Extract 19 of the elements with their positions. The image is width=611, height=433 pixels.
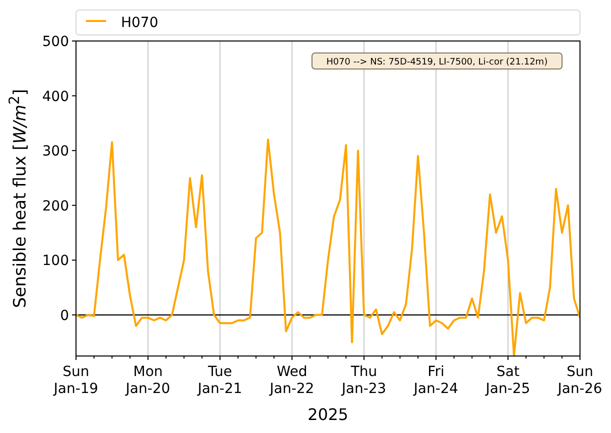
annotation: H070 --> NS: 75D-4519, LI-7500, Li-cor (21.12m) [326,58,548,68]
x-tick-label: Fri Jan-24 [414,364,458,397]
legend-label: H070 [121,15,158,31]
legend-line-icon [86,20,106,22]
x-tick-label: Mon Jan-20 [126,364,170,397]
annotation-label: H070 --> NS: 75D-4519, LI-7500, Li-cor (21.12m) [312,52,562,70]
y-tick-label: 500 [42,34,69,50]
y-tick-label: 0 [60,308,69,324]
x-tick-label: Wed Jan-22 [270,364,314,397]
x-tick-label: Sun Jan-26 [558,364,602,397]
y-tick-label: 300 [42,144,69,160]
y-tick-label: 100 [42,253,69,270]
x-tick-label: Thu Jan-23 [342,364,386,397]
x-tick-label: Sat Jan-25 [486,364,530,397]
y-tick-label: 400 [42,88,69,105]
x-tick-label: Sun Jan-19 [54,364,98,397]
x-tick-label: Tue Jan-21 [198,364,242,397]
y-tick-label: 200 [42,198,69,214]
x-axis-title: 2025 [308,405,348,424]
